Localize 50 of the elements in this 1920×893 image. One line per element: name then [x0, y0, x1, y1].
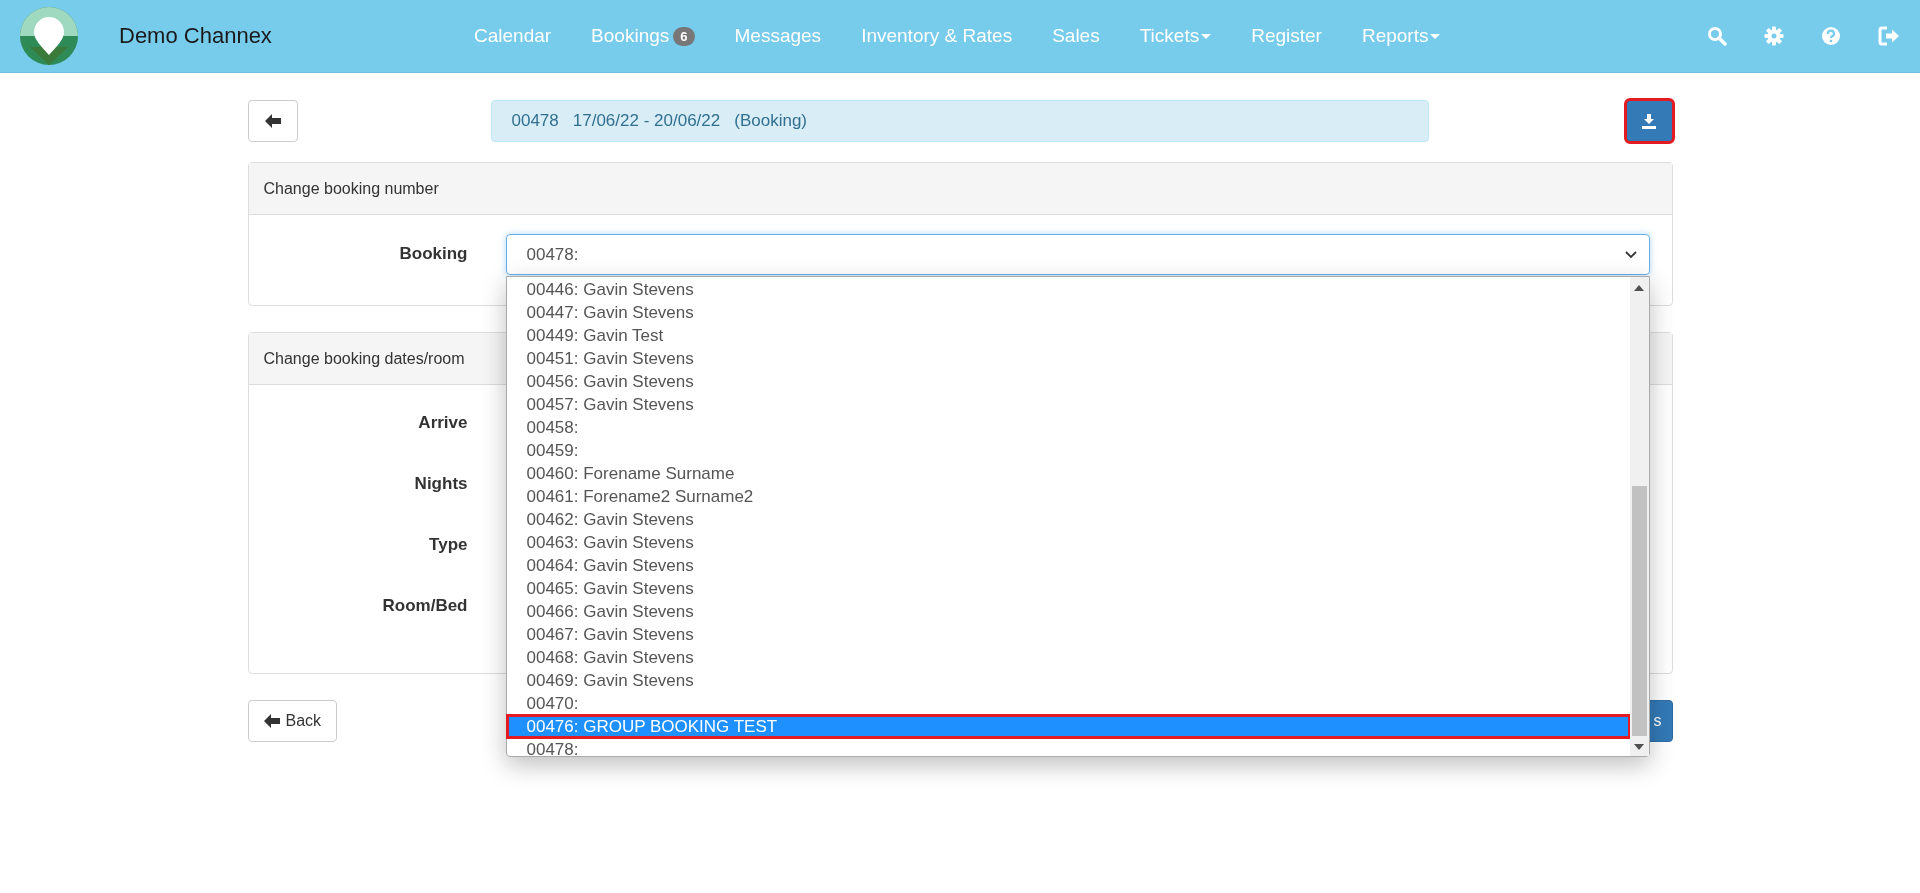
dropdown-option[interactable]: 00467: Gavin Stevens — [506, 623, 1630, 646]
dropdown-option[interactable]: 00466: Gavin Stevens — [506, 600, 1630, 623]
field-label: Nights — [413, 473, 468, 494]
dropdown-option[interactable]: 00449: Gavin Test — [506, 324, 1630, 347]
back-button[interactable]: Back — [247, 700, 338, 742]
dropdown-option[interactable]: 00462: Gavin Stevens — [506, 508, 1630, 531]
brand-name[interactable]: Demo Channex — [119, 23, 272, 49]
download-icon — [1641, 113, 1657, 129]
dropdown-option[interactable]: 00447: Gavin Stevens — [506, 301, 1630, 324]
booking-dates: 17/06/22 - 20/06/22 — [572, 111, 721, 131]
dropdown-option[interactable]: 00446: Gavin Stevens — [506, 278, 1630, 301]
panel-title: Change booking number — [263, 179, 439, 198]
dropdown-option[interactable]: 00458: — [506, 416, 1630, 439]
field-label: Type — [428, 534, 468, 555]
arrow-left-icon — [263, 714, 280, 728]
scroll-up-icon[interactable] — [1634, 285, 1644, 291]
search-icon[interactable] — [1707, 26, 1727, 46]
logout-icon[interactable] — [1878, 26, 1900, 46]
dropdown-option[interactable]: 00463: Gavin Stevens — [506, 531, 1630, 554]
dropdown-option[interactable]: 00457: Gavin Stevens — [506, 393, 1630, 416]
arrow-left-icon — [264, 114, 281, 128]
nav-link[interactable]: Bookings 6 — [591, 25, 695, 47]
dropdown-option[interactable]: 00478: — [506, 738, 1630, 761]
count-badge: 6 — [673, 26, 695, 46]
scroll-down-icon[interactable] — [1634, 744, 1644, 750]
dropdown-option[interactable]: 00468: Gavin Stevens — [506, 646, 1630, 669]
download-button[interactable] — [1625, 100, 1673, 142]
field-label: Booking — [398, 243, 468, 264]
dropdown-option[interactable]: 00460: Forename Surname — [506, 462, 1630, 485]
dropdown-option[interactable]: 00470: — [506, 692, 1630, 715]
dropdown-option[interactable]: 00464: Gavin Stevens — [506, 554, 1630, 577]
booking-select[interactable]: 00478: — [505, 234, 1650, 275]
dropdown-option[interactable]: 00461: Forename2 Surname2 — [506, 485, 1630, 508]
help-icon[interactable] — [1821, 26, 1841, 46]
settings-icon[interactable] — [1764, 26, 1784, 46]
field-label: Room/Bed — [381, 595, 468, 616]
dropdown-option[interactable]: 00469: Gavin Stevens — [506, 669, 1630, 692]
booking-number: 00478 — [511, 111, 559, 131]
booking-type: (Booking) — [734, 111, 807, 131]
scrollbar[interactable] — [1629, 277, 1649, 756]
chevron-down-icon — [1624, 250, 1637, 259]
field-label: Arrive — [417, 412, 468, 433]
logo-icon[interactable] — [20, 7, 78, 65]
dropdown-option[interactable]: 00465: Gavin Stevens — [506, 577, 1630, 600]
dropdown-option[interactable]: 00459: — [506, 439, 1630, 462]
dropdown-option[interactable]: 00451: Gavin Stevens — [506, 347, 1630, 370]
dropdown-option[interactable]: 00456: Gavin Stevens — [506, 370, 1630, 393]
scrollbar-thumb[interactable] — [1631, 486, 1647, 736]
panel-title: Change booking dates/room — [263, 349, 465, 368]
back-arrow-button[interactable] — [247, 100, 298, 142]
